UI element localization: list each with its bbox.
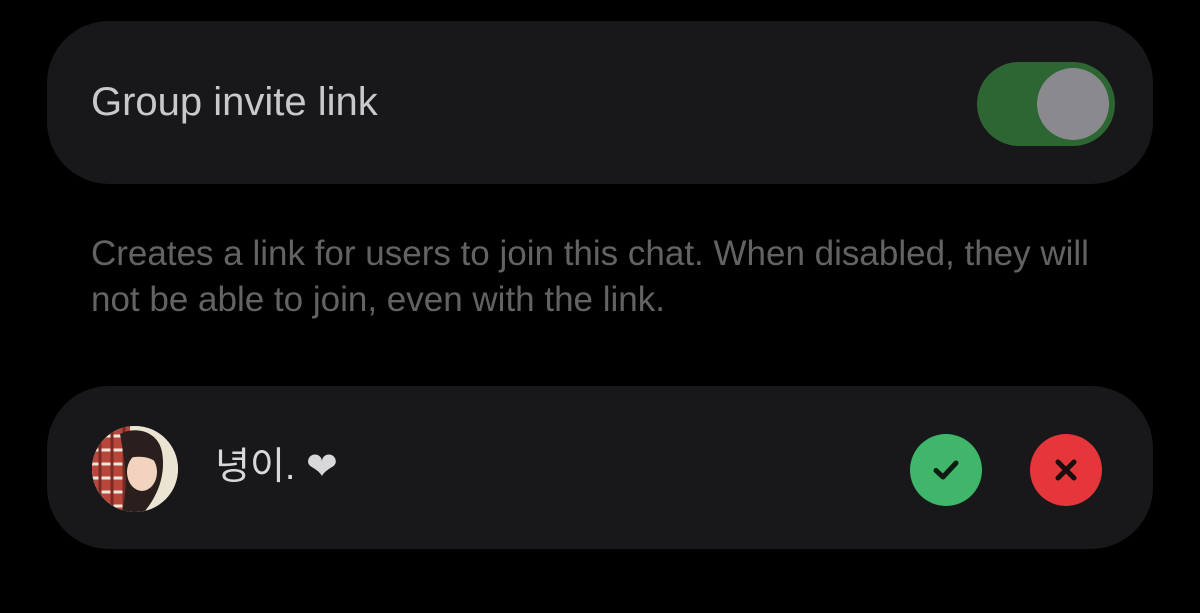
x-icon [1055,459,1077,481]
invite-link-setting-row: Group invite link [47,21,1153,184]
decline-request-button[interactable] [1030,434,1102,506]
user-avatar [92,426,178,512]
toggle-knob [1037,68,1109,140]
join-request-row: 녕이. ❤ [47,386,1153,549]
avatar-photo-icon [92,426,178,512]
screen: Group invite link Creates a link for use… [0,0,1200,613]
requesting-user-name: 녕이. ❤ [215,446,338,488]
invite-link-description: Creates a link for users to join this ch… [91,234,1089,319]
checkmark-icon [933,460,959,480]
approve-request-button[interactable] [910,434,982,506]
invite-link-label: Group invite link [91,80,378,124]
invite-link-toggle[interactable] [977,62,1115,146]
